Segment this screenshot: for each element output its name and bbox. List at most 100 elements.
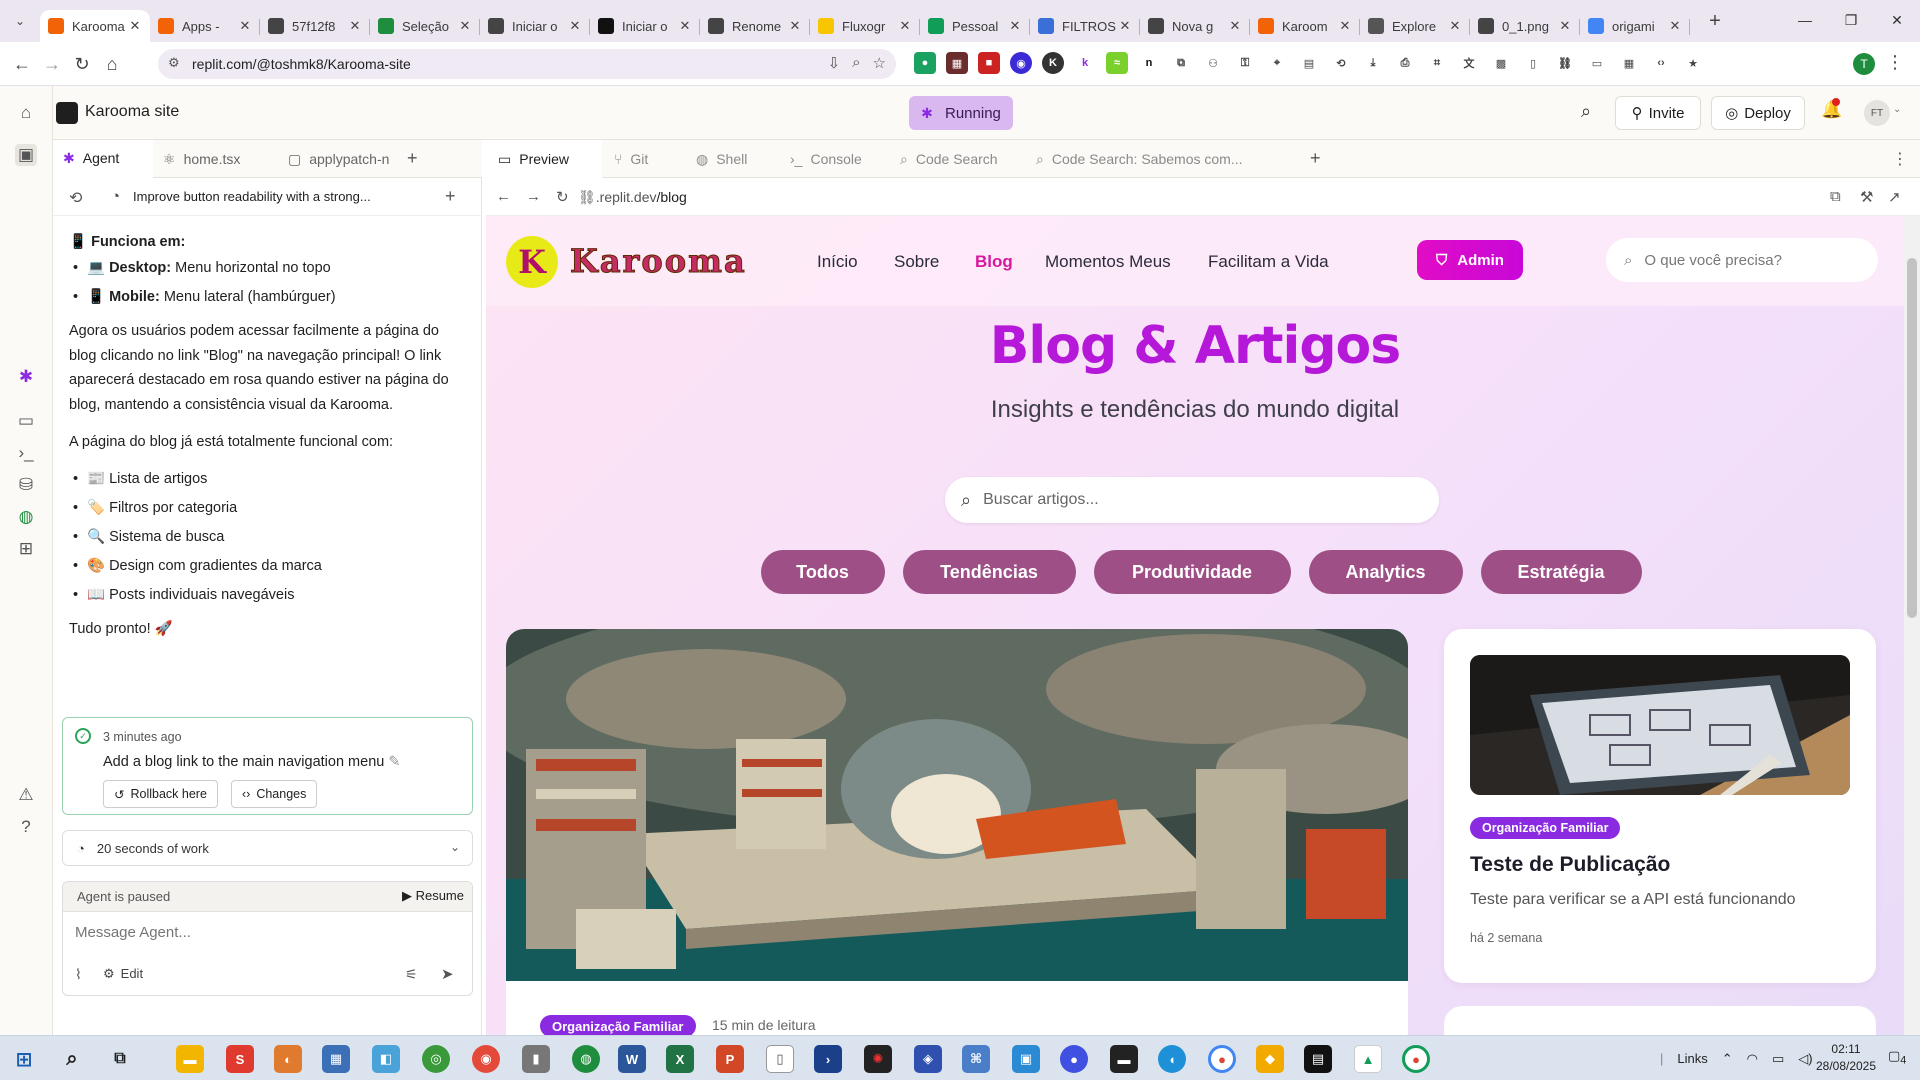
password-key-icon[interactable]: ⚿ (1234, 52, 1256, 74)
close-tab-icon[interactable]: ✕ (1668, 18, 1682, 34)
project-name[interactable]: Karooma site (85, 103, 179, 121)
close-tab-icon[interactable]: ✕ (238, 18, 252, 34)
extensions-puzzle-icon[interactable]: ⧉ (1170, 52, 1192, 74)
favorites-icon[interactable]: ★ (1682, 52, 1704, 74)
devices-icon[interactable]: ⧉ (1830, 188, 1841, 205)
category-estrategia[interactable]: Estratégia (1480, 550, 1642, 594)
forward-arrow-icon[interactable]: → (526, 188, 541, 205)
work-summary[interactable]: ◔ 20 seconds of work ⌄ (62, 830, 473, 866)
print-icon[interactable]: ⎙ (1394, 52, 1416, 74)
category-produtividade[interactable]: Produtividade (1093, 550, 1291, 594)
tab-code-search[interactable]: ⌕ Code Search (888, 140, 1024, 178)
search-icon[interactable]: ⌕ (1581, 101, 1591, 122)
download-icon[interactable]: ⤓ (1362, 52, 1384, 74)
tab-shell[interactable]: ◍ Shell (684, 140, 778, 178)
incognito-icon[interactable]: ⚇ (1202, 52, 1224, 74)
nav-inicio[interactable]: Início (817, 252, 858, 272)
reload-icon[interactable]: ↻ (556, 188, 569, 206)
extension-6-icon[interactable]: k (1074, 52, 1096, 74)
close-tab-icon[interactable]: ✕ (898, 18, 912, 34)
wifi-icon[interactable]: ◠ (1747, 1051, 1758, 1067)
category-todos[interactable]: Todos (760, 550, 885, 594)
site-info-icon[interactable]: ⚙ (168, 55, 180, 71)
screenshot-icon[interactable]: ⌗ (1426, 52, 1448, 74)
install-app-icon[interactable]: ⇩ (828, 54, 841, 72)
browser-tab[interactable]: Nova g ✕ (1140, 10, 1250, 42)
word-icon[interactable]: W (618, 1045, 646, 1073)
file-explorer-icon[interactable]: ▬ (176, 1045, 204, 1073)
new-tab-button[interactable]: + (1703, 9, 1727, 33)
devtools-wrench-icon[interactable]: ⚒ (1860, 188, 1873, 206)
close-tab-icon[interactable]: ✕ (678, 18, 692, 34)
close-tab-icon[interactable]: ✕ (458, 18, 472, 34)
table-icon[interactable]: ▦ (1618, 52, 1640, 74)
calculator-icon[interactable]: ▦ (322, 1045, 350, 1073)
address-url[interactable]: replit.com/@toshmk8/Karooma-site (192, 56, 411, 72)
all-tools-grid-icon[interactable]: ⊞ (15, 538, 37, 560)
profile-avatar[interactable]: T (1853, 53, 1875, 75)
browser-tab[interactable]: Renome ✕ (700, 10, 810, 42)
links-toolbar[interactable]: Links (1677, 1051, 1707, 1066)
chrome-icon[interactable]: ● (1208, 1045, 1236, 1073)
chrome-icon[interactable]: ● (1402, 1045, 1430, 1073)
close-tab-icon[interactable]: ✕ (1008, 18, 1022, 34)
browser-tab[interactable]: origami ✕ (1580, 10, 1690, 42)
link-icon[interactable]: ⛓ (1554, 52, 1576, 74)
back-arrow-icon[interactable]: ← (10, 52, 34, 76)
changes-button[interactable]: ‹› Changes (231, 780, 318, 808)
browser-tab[interactable]: 0_1.png ✕ (1470, 10, 1580, 42)
file-tree-icon[interactable]: ▣ (15, 144, 37, 166)
attach-paperclip-icon[interactable]: ⌇ (75, 966, 82, 983)
browser-tab[interactable]: FILTROS ✕ (1030, 10, 1140, 42)
excel-icon[interactable]: X (666, 1045, 694, 1073)
browser-tab[interactable]: Karooma ✕ (40, 10, 150, 42)
qr-code-icon[interactable]: ▩ (1490, 52, 1512, 74)
karooma-wordmark[interactable]: Karooma (570, 242, 747, 281)
tab-preview[interactable]: ▭ Preview (486, 140, 602, 178)
settings-sliders-icon[interactable]: ⚟ (405, 966, 418, 983)
scrollbar-thumb[interactable] (1907, 258, 1917, 618)
powershell-icon[interactable]: › (814, 1045, 842, 1073)
extension-1-icon[interactable]: ● (914, 52, 936, 74)
windows-start-icon[interactable]: ⊞ (10, 1045, 38, 1073)
app-pinned-icon[interactable]: ● (1060, 1045, 1088, 1073)
close-tab-icon[interactable]: ✕ (128, 18, 142, 34)
nav-facilitam-a-vida[interactable]: Facilitam a Vida (1208, 252, 1329, 272)
category-tendencias[interactable]: Tendências (902, 550, 1076, 594)
nav-blog[interactable]: Blog (975, 252, 1013, 272)
close-tab-icon[interactable]: ✕ (568, 18, 582, 34)
category-analytics[interactable]: Analytics (1308, 550, 1463, 594)
minimize-button[interactable]: — (1782, 0, 1828, 40)
rollback-button[interactable]: ↺ Rollback here (103, 780, 218, 808)
search-icon[interactable]: ⌕ (58, 1045, 86, 1073)
browser-menu-icon[interactable]: ⋮ (1886, 52, 1904, 73)
tab-agent[interactable]: ✱ Agent (53, 140, 153, 178)
extension-2-icon[interactable]: ▦ (946, 52, 968, 74)
featured-post-card[interactable]: Organização Familiar 15 min de leitura (506, 629, 1408, 1035)
run-status-button[interactable]: ✱ Running (909, 96, 1013, 130)
project-logo[interactable] (56, 102, 78, 124)
powerpoint-icon[interactable]: P (716, 1045, 744, 1073)
message-input[interactable] (75, 924, 460, 941)
browser-tab[interactable]: Seleção ✕ (370, 10, 480, 42)
code-icon[interactable]: ‹› (1650, 52, 1672, 74)
alerts-icon[interactable]: ⚠ (15, 784, 37, 806)
preview-url[interactable]: ⛓.replit.dev/blog (578, 189, 687, 206)
close-tab-icon[interactable]: ✕ (788, 18, 802, 34)
blog-search-input[interactable]: ⌕ Buscar artigos... (945, 477, 1439, 523)
tab-console[interactable]: ›_ Console (778, 140, 888, 178)
more-options-icon[interactable]: ⋮ (1892, 149, 1908, 169)
post-card[interactable] (1444, 1006, 1876, 1035)
zoom-icon[interactable]: ⌕ (852, 54, 860, 72)
extension-4-icon[interactable]: ◉ (1010, 52, 1032, 74)
app-pinned-icon[interactable]: ▣ (1012, 1045, 1040, 1073)
chat-history-icon[interactable]: ⟲ (69, 188, 82, 208)
edit-mode-button[interactable]: ⚙ Edit (103, 966, 143, 982)
open-new-window-icon[interactable]: ↗ (1888, 188, 1901, 206)
taskbar-clock[interactable]: 02:11 28/08/2025 (1808, 1041, 1884, 1075)
extension-5-icon[interactable]: K (1042, 52, 1064, 74)
shell-prompt-icon[interactable]: ›_ (15, 442, 37, 464)
tab-code-search-query[interactable]: ⌕ Code Search: Sabemos com... (1024, 140, 1276, 178)
browser-tab[interactable]: 57f12f8 ✕ (260, 10, 370, 42)
close-tab-icon[interactable]: ✕ (1118, 18, 1132, 34)
